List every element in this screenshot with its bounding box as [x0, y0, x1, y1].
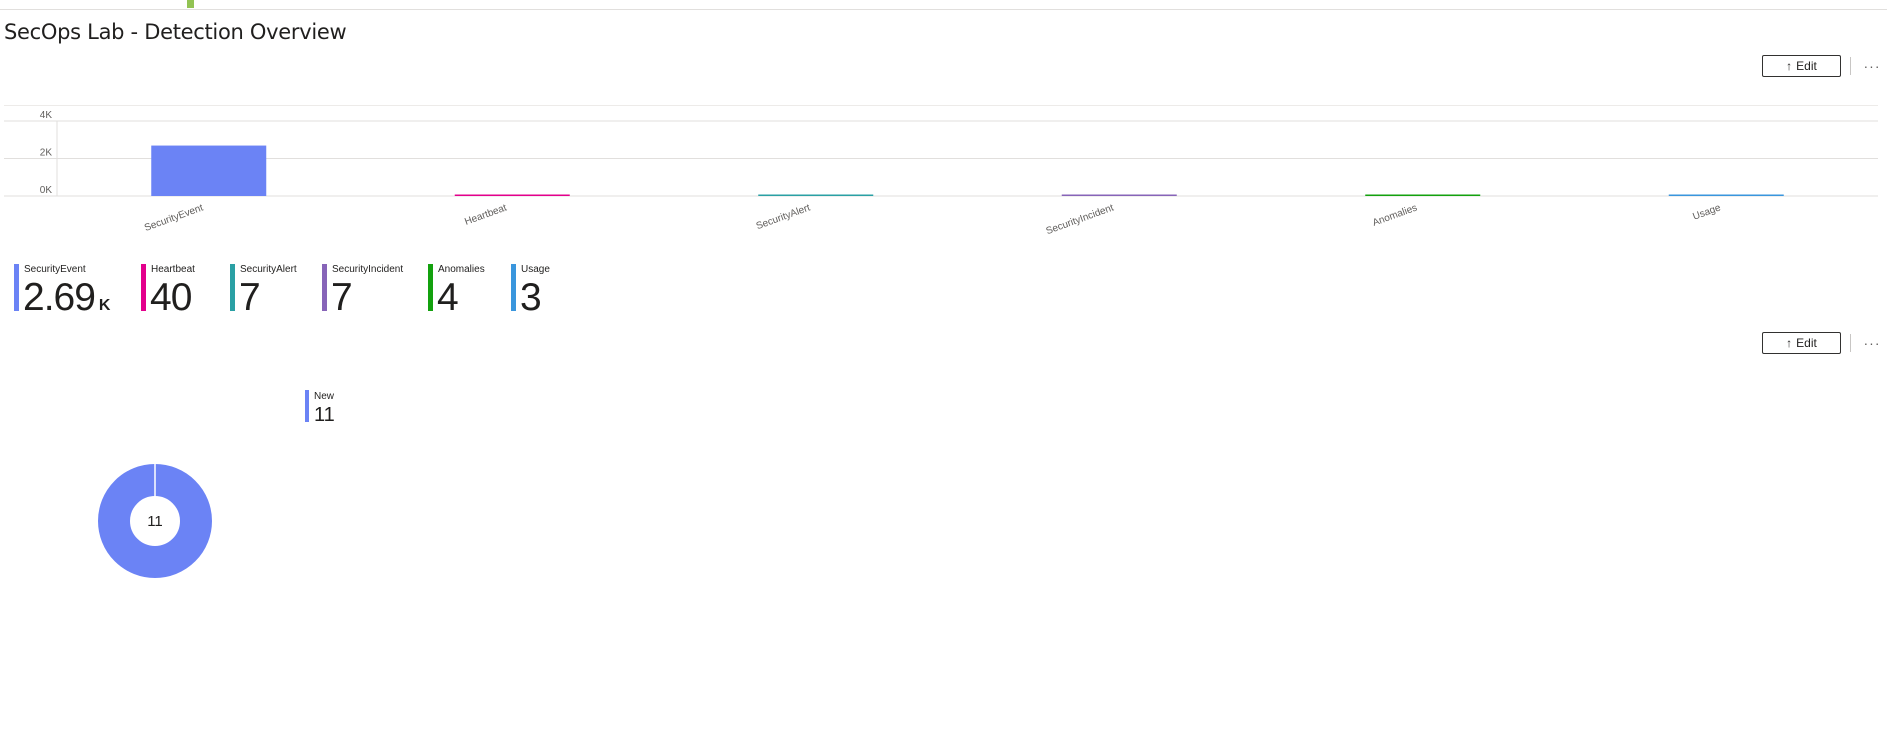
- tile-value: 40: [150, 276, 192, 319]
- more-options-button[interactable]: ···: [1860, 55, 1884, 77]
- tile-color-bar: [141, 264, 146, 311]
- toolbar-separator: [1850, 57, 1851, 75]
- x-tick-label: SecurityEvent: [143, 202, 205, 234]
- x-tick-label: SecurityAlert: [755, 202, 812, 232]
- tile-color-bar: [322, 264, 327, 311]
- bar-chart: 0K 2K 4K SecurityEvent Heartbeat SecurityAler…: [4, 110, 1878, 237]
- top-strip: [0, 0, 1887, 10]
- edit-label: Edit: [1796, 59, 1817, 73]
- donut-chart: 11: [98, 463, 212, 578]
- x-tick-label: Usage: [1691, 202, 1722, 222]
- bar-anomalies[interactable]: [1365, 194, 1481, 197]
- tile-label: Usage: [521, 264, 550, 275]
- tile-value: 3: [520, 276, 542, 319]
- tab-indicator: [187, 0, 194, 8]
- tile-value: 7: [331, 276, 353, 319]
- arrow-up-icon: ↑: [1786, 336, 1793, 350]
- x-tick-label: SecurityIncident: [1045, 202, 1116, 237]
- tile-color-bar: [511, 264, 516, 311]
- arrow-up-icon: ↑: [1786, 59, 1793, 73]
- edit-label: Edit: [1796, 336, 1817, 350]
- legend-label: New: [314, 391, 335, 402]
- edit-button[interactable]: ↑ Edit: [1762, 55, 1841, 77]
- x-tick-label: Anomalies: [1371, 202, 1419, 228]
- page-title: SecOps Lab - Detection Overview: [4, 20, 347, 44]
- bar-heartbeat[interactable]: [454, 194, 570, 197]
- y-tick-label: 0K: [40, 185, 53, 196]
- bar-securityincident[interactable]: [1061, 194, 1177, 197]
- toolbar-separator: [1850, 334, 1851, 352]
- y-tick-label: 2K: [40, 148, 53, 159]
- tile-label: SecurityEvent: [24, 264, 86, 275]
- bar-usage[interactable]: [1668, 194, 1784, 197]
- edit-button-2[interactable]: ↑ Edit: [1762, 332, 1841, 354]
- more-options-button-2[interactable]: ···: [1860, 332, 1884, 354]
- tile-label: SecurityIncident: [332, 264, 404, 275]
- bar-securityalert[interactable]: [758, 194, 874, 197]
- tile-label: Heartbeat: [151, 264, 195, 275]
- tile-label: Anomalies: [438, 264, 485, 275]
- legend-color-bar: [305, 390, 309, 422]
- tile-color-bar: [230, 264, 235, 311]
- x-tick-label: Heartbeat: [463, 202, 508, 227]
- donut-center-label: 11: [147, 513, 163, 530]
- tile-value: 7: [239, 276, 261, 319]
- bar-securityevent[interactable]: [151, 145, 267, 196]
- tile-value: 2.69 K: [23, 276, 111, 319]
- tile-value: 4: [437, 276, 459, 319]
- tile-color-bar: [428, 264, 433, 311]
- tile-label: SecurityAlert: [240, 264, 297, 275]
- y-tick-label: 4K: [40, 110, 53, 121]
- legend-value: 11: [314, 404, 335, 426]
- tile-color-bar: [14, 264, 19, 311]
